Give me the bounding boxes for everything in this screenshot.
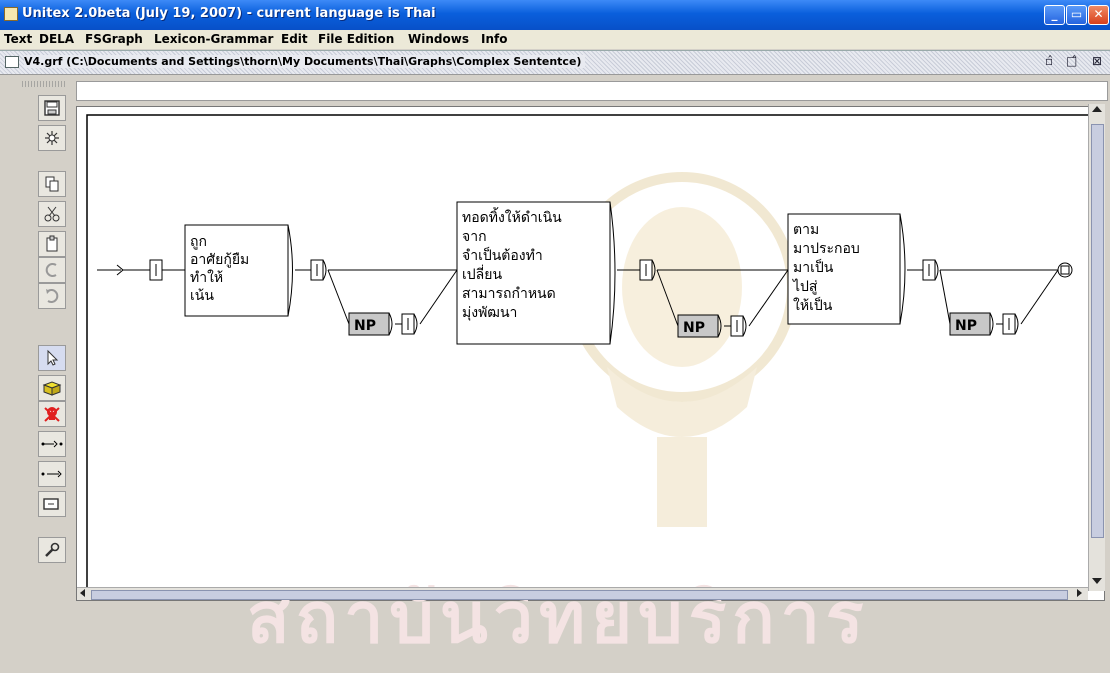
link-forward-icon [41, 440, 63, 448]
select-button[interactable] [38, 345, 66, 371]
box3-line: ไปสู่ [792, 278, 818, 295]
scroll-left-arrow-icon[interactable] [80, 589, 85, 597]
link-reverse-icon [41, 470, 62, 478]
box1-line: ทำให้ [190, 269, 223, 286]
internal-frame-title-bar[interactable]: V4.grf (C:\Documents and Settings\thorn\… [0, 51, 1110, 75]
box3-line: มาเป็น [793, 258, 834, 276]
box2-line: เปลี่ยน [462, 265, 502, 283]
box2-line: สามารถกำหนด [462, 286, 556, 302]
menu-dela[interactable]: DELA [39, 32, 74, 46]
graph-toolbar [22, 69, 74, 599]
box1-line: เน้น [190, 288, 214, 304]
graph-box-1[interactable]: ถูก อาศัยกู้ยืม ทำให้ เน้น [184, 224, 293, 317]
graph-box-2[interactable]: ทอดทิ้งให้ดำเนิน จาก จำเป็นต้องทำ เปลี่ย… [456, 201, 616, 345]
delete-button[interactable] [38, 401, 66, 427]
paste-icon [46, 235, 58, 252]
scroll-right-arrow-icon[interactable] [1077, 589, 1082, 597]
link-reverse-button[interactable] [38, 461, 66, 487]
np-box[interactable]: NP [348, 312, 418, 336]
box-icon [43, 498, 59, 510]
horizontal-scrollbar[interactable] [77, 587, 1088, 600]
java-app-icon [4, 7, 18, 21]
save-icon [44, 100, 60, 116]
internal-frame-title: V4.grf (C:\Documents and Settings\thorn\… [24, 55, 586, 68]
menu-file-edition[interactable]: File Edition [318, 32, 394, 46]
frame-close-button[interactable]: ⊠ [1092, 54, 1102, 68]
menu-fsgraph[interactable]: FSGraph [85, 32, 143, 46]
menu-edit[interactable]: Edit [281, 32, 308, 46]
graph-internal-frame: V4.grf (C:\Documents and Settings\thorn\… [0, 50, 1110, 659]
scroll-up-arrow-icon[interactable] [1092, 106, 1102, 112]
compile-button[interactable] [38, 125, 66, 151]
save-button[interactable] [38, 95, 66, 121]
open-box-button[interactable] [38, 375, 66, 401]
redo-button[interactable] [38, 257, 66, 283]
cut-icon [44, 206, 60, 222]
graph-canvas[interactable]: สถาบันวิทยบริการ ถูก อาศัยกู้ยืม ทำให้ เ… [76, 106, 1105, 659]
maximize-button[interactable]: ▭ [1066, 5, 1087, 25]
empty-box[interactable] [922, 259, 939, 281]
np-box[interactable]: NP [677, 314, 747, 338]
box-button[interactable] [38, 491, 66, 517]
box-content-field[interactable] [76, 81, 1108, 101]
minimize-button[interactable]: _ [1044, 5, 1065, 25]
copy-icon [45, 176, 59, 192]
np-label: NP [955, 318, 977, 334]
np-box[interactable]: NP [949, 312, 1019, 336]
paste-button[interactable] [38, 231, 66, 257]
box2-line: ทอดทิ้งให้ดำเนิน [462, 207, 562, 226]
horizontal-scroll-thumb[interactable] [91, 590, 1068, 600]
graph-svg: ถูก อาศัยกู้ยืม ทำให้ เน้น NP ทอดทิ้งให้… [86, 114, 1104, 600]
menu-lexicon-grammar[interactable]: Lexicon-Grammar [154, 32, 273, 46]
np-label: NP [683, 320, 705, 336]
initial-state-node[interactable] [97, 259, 163, 281]
open-box-icon [42, 381, 62, 396]
copy-button[interactable] [38, 171, 66, 197]
menu-bar: Text DELA FSGraph Lexicon-Grammar Edit F… [0, 30, 1110, 49]
box3-line: ให้เป็น [793, 296, 833, 314]
delete-icon [44, 407, 60, 422]
scroll-down-arrow-icon[interactable] [1092, 578, 1102, 584]
frame-maximize-button[interactable]: □̂ [1066, 54, 1077, 68]
vertical-scroll-thumb[interactable] [1091, 124, 1104, 538]
close-button[interactable]: ✕ [1088, 5, 1109, 25]
compile-icon [45, 131, 59, 145]
vertical-scrollbar[interactable] [1088, 104, 1105, 591]
box2-line: จาก [462, 229, 487, 245]
empty-box[interactable] [639, 259, 656, 281]
link-forward-button[interactable] [38, 431, 66, 457]
graph-box-3[interactable]: ตาม มาประกอบ มาเป็น ไปสู่ ให้เป็น [787, 213, 906, 325]
cut-button[interactable] [38, 201, 66, 227]
menu-windows[interactable]: Windows [408, 32, 469, 46]
configure-button[interactable] [38, 537, 66, 563]
box2-line: มุ่งพัฒนา [462, 305, 517, 321]
final-state-node[interactable] [1057, 262, 1073, 278]
select-icon [47, 349, 59, 366]
iconify-button[interactable]: ▫̂ [1045, 54, 1053, 68]
redo-icon [45, 263, 57, 277]
undo-icon [46, 289, 59, 303]
box3-line: ตาม [793, 222, 819, 238]
window-title: Unitex 2.0beta (July 19, 2007) - current… [22, 6, 436, 21]
frame-icon [5, 56, 19, 68]
box1-line: อาศัยกู้ยืม [190, 252, 249, 268]
configure-icon [45, 542, 60, 557]
box1-line: ถูก [190, 234, 207, 250]
window-title-bar[interactable]: Unitex 2.0beta (July 19, 2007) - current… [0, 0, 1110, 30]
menu-info[interactable]: Info [481, 32, 507, 46]
undo-button[interactable] [38, 283, 66, 309]
toolbar-grip[interactable] [22, 81, 66, 87]
box3-line: มาประกอบ [793, 241, 860, 257]
box2-line: จำเป็นต้องทำ [462, 246, 543, 264]
np-label: NP [354, 318, 376, 334]
menu-text[interactable]: Text [4, 32, 32, 46]
empty-box[interactable] [310, 259, 327, 281]
